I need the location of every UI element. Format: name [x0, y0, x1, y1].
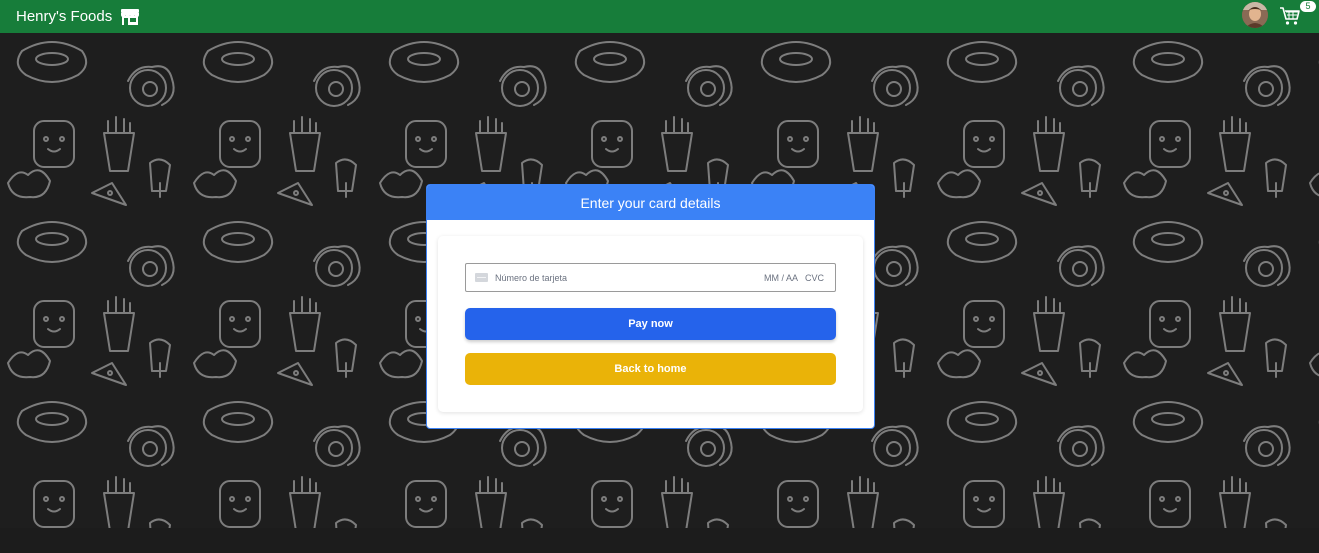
bottom-strip [0, 528, 1319, 553]
back-to-home-button[interactable]: Back to home [465, 353, 836, 385]
payment-title: Enter your card details [580, 194, 721, 211]
cart-icon[interactable] [1279, 6, 1301, 26]
brand-name: Henry's Foods [16, 8, 113, 25]
top-navbar: Henry's Foods 5 [0, 0, 1319, 33]
avatar-image [1242, 2, 1268, 28]
cvc-placeholder: CVC [804, 272, 824, 283]
expiry-placeholder: MM / AA [763, 272, 798, 283]
credit-card-icon [475, 273, 488, 282]
payment-modal-header: Enter your card details [427, 185, 874, 220]
card-details-input[interactable]: Número de tarjeta MM / AA CVC [465, 263, 836, 292]
user-avatar[interactable] [1242, 2, 1268, 28]
store-icon [121, 8, 140, 25]
pay-now-button[interactable]: Pay now [465, 308, 836, 340]
payment-form-card: Número de tarjeta MM / AA CVC Pay now Ba… [438, 236, 863, 412]
card-number-placeholder: Número de tarjeta [495, 272, 568, 283]
brand-link[interactable]: Henry's Foods [16, 0, 140, 33]
payment-modal: Enter your card details Número de tarjet… [426, 184, 875, 429]
cart-count-badge: 5 [1300, 1, 1316, 12]
